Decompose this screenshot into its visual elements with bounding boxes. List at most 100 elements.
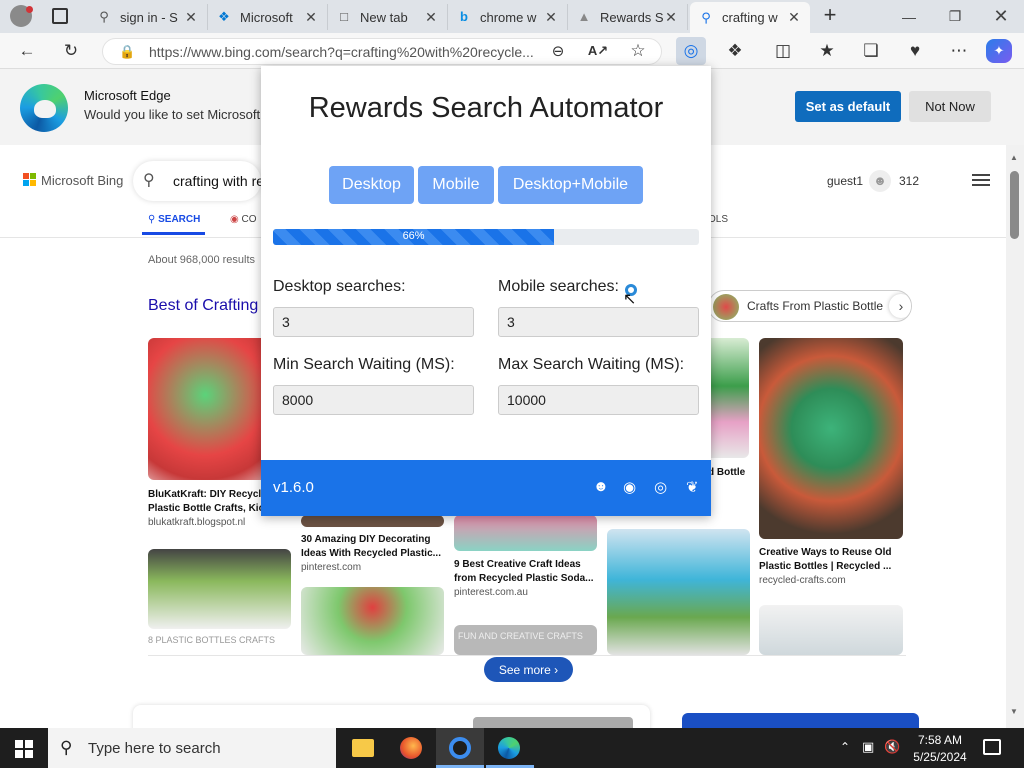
see-more-button[interactable]: See more › <box>484 657 573 682</box>
next-result-image[interactable] <box>473 717 633 728</box>
card-title[interactable]: 30 Amazing DIY Decorating Ideas With Recy… <box>301 533 441 561</box>
minimize-icon[interactable]: — <box>886 0 932 33</box>
not-now-button[interactable]: Not Now <box>909 91 991 122</box>
address-bar[interactable]: 🔒 https://www.bing.com/search?q=crafting… <box>102 38 662 65</box>
taskbar-search-box[interactable]: ⚲ Type here to search <box>48 728 336 768</box>
result-image[interactable] <box>759 338 903 539</box>
desktop-mobile-mode-button[interactable]: Desktop+Mobile <box>498 166 643 204</box>
close-tab-icon[interactable]: ✕ <box>543 9 559 26</box>
firefox-icon[interactable] <box>400 737 422 759</box>
file-explorer-icon[interactable] <box>352 739 374 757</box>
browser-essentials-icon[interactable]: ♥ <box>900 37 930 65</box>
tab-crafting[interactable]: ⚲ crafting w ✕ <box>690 2 810 33</box>
github-icon[interactable]: ◉ <box>623 478 636 496</box>
notifications-icon[interactable] <box>983 739 1001 755</box>
network-icon[interactable]: ▣ <box>862 739 874 755</box>
user-name[interactable]: guest1 <box>827 174 863 188</box>
card-title[interactable]: BluKatKraft: DIY Recycle Plastic Bottle C… <box>148 488 267 516</box>
result-image[interactable] <box>706 338 749 458</box>
card-title-line: 30 Amazing DIY Decorating <box>301 534 431 545</box>
close-window-icon[interactable]: ✕ <box>978 0 1024 33</box>
rewards-extension-icon[interactable]: ◎ <box>676 37 706 65</box>
tab-actions-icon[interactable] <box>52 8 68 24</box>
tab-rewards[interactable]: ▲ Rewards S ✕ <box>568 4 688 30</box>
bing-logo-text[interactable]: Microsoft Bing <box>41 173 123 188</box>
tab-label: chrome w <box>480 9 537 25</box>
bing-search-box[interactable]: ⚲ crafting with re <box>133 161 264 201</box>
card-title-partial[interactable]: d Bottle <box>708 467 745 478</box>
back-arrow-icon[interactable]: ← <box>12 37 42 65</box>
rewards-icon: ▲ <box>577 9 591 24</box>
card-title-line: Creative Ways to Reuse Old <box>759 547 892 558</box>
mobile-mode-button[interactable]: Mobile <box>418 166 494 204</box>
tab-microsoft[interactable]: ❖ Microsoft ✕ <box>208 4 328 30</box>
close-tab-icon[interactable]: ✕ <box>183 9 199 26</box>
more-menu-icon[interactable]: ⋯ <box>944 37 974 65</box>
page-scrollbar[interactable]: ▲ ▼ <box>1006 145 1024 728</box>
hamburger-menu-icon[interactable] <box>972 174 990 186</box>
result-image[interactable] <box>607 529 750 655</box>
version-label: v1.6.0 <box>273 479 314 496</box>
scroll-up-icon[interactable]: ▲ <box>1010 153 1018 162</box>
split-screen-icon[interactable]: ◫ <box>768 37 798 65</box>
favorite-star-icon[interactable]: ☆ <box>623 37 653 65</box>
chevron-right-icon[interactable]: › <box>889 294 911 318</box>
close-tab-icon[interactable]: ✕ <box>663 9 679 26</box>
tab-tools[interactable]: OLS <box>708 214 728 225</box>
card-title[interactable]: 9 Best Creative Craft Ideas from Recycled… <box>454 558 594 586</box>
user-avatar-icon[interactable]: ☻ <box>869 170 891 192</box>
mobile-searches-input[interactable] <box>498 307 699 337</box>
chip-label: Crafts From Plastic Bottle <box>747 299 884 313</box>
extensions-puzzle-icon[interactable]: ❖ <box>720 37 750 65</box>
tab-search[interactable]: ⚲ SEARCH <box>148 214 200 225</box>
profile-icon[interactable]: ☻ <box>593 478 609 495</box>
section-title[interactable]: Best of Crafting <box>148 297 258 315</box>
windows-start-icon[interactable] <box>15 740 33 758</box>
card-title-line: BluKatKraft: DIY Recycle <box>148 489 267 500</box>
tray-chevron-up-icon[interactable]: ⌃ <box>840 740 850 754</box>
collections-icon[interactable]: ❏ <box>856 37 886 65</box>
rewards-medal-icon[interactable]: ❦ <box>686 478 699 496</box>
volume-muted-icon[interactable]: 🔇 <box>884 739 900 755</box>
scroll-down-icon[interactable]: ▼ <box>1010 707 1018 716</box>
result-image[interactable] <box>454 515 597 551</box>
close-tab-icon[interactable]: ✕ <box>786 9 802 26</box>
tab-new-tab[interactable]: □ New tab ✕ <box>328 4 448 30</box>
desktop-searches-input[interactable] <box>273 307 474 337</box>
result-image[interactable] <box>759 605 903 655</box>
refresh-icon[interactable]: ↻ <box>56 37 86 65</box>
restore-icon[interactable]: ❐ <box>932 0 978 33</box>
close-tab-icon[interactable]: ✕ <box>303 9 319 26</box>
clock-date[interactable]: 5/25/2024 <box>908 750 972 764</box>
clock-time[interactable]: 7:58 AM <box>910 733 970 747</box>
tab-sign-in[interactable]: ⚲ sign in - S ✕ <box>88 4 208 30</box>
rewards-points[interactable]: 312 <box>899 174 919 188</box>
edge-taskbar-icon[interactable] <box>498 737 520 759</box>
profile-status-dot <box>26 6 33 13</box>
result-image[interactable] <box>301 515 444 527</box>
chrome-icon[interactable]: ◎ <box>654 478 667 496</box>
close-tab-icon[interactable]: ✕ <box>423 9 439 26</box>
tab-chrome[interactable]: b chrome w ✕ <box>448 4 568 30</box>
favorites-icon[interactable]: ★ <box>812 37 842 65</box>
new-tab-icon[interactable]: + <box>818 4 842 28</box>
zoom-icon[interactable]: ⊖ <box>543 37 573 65</box>
card-title[interactable]: Creative Ways to Reuse Old Plastic Bottle… <box>759 546 891 574</box>
max-wait-input[interactable] <box>498 385 699 415</box>
desktop-mode-button[interactable]: Desktop <box>329 166 414 204</box>
copilot-small-icon: ◉ <box>230 214 239 225</box>
read-aloud-icon[interactable]: A↗ <box>583 37 613 65</box>
microsoft-icon: ❖ <box>218 9 230 24</box>
result-image[interactable] <box>301 587 444 655</box>
bing-icon: b <box>460 9 468 24</box>
chromium-icon[interactable] <box>449 737 471 759</box>
result-image[interactable] <box>148 549 291 629</box>
related-chip[interactable]: Crafts From Plastic Bottle › <box>708 290 912 322</box>
scrollbar-thumb[interactable] <box>1010 171 1019 239</box>
set-as-default-button[interactable]: Set as default <box>795 91 901 122</box>
chip-thumbnail <box>713 294 739 320</box>
prompt-message: Would you like to set Microsoft E <box>84 107 273 122</box>
tab-copilot[interactable]: ◉ CO <box>230 214 257 225</box>
min-wait-input[interactable] <box>273 385 474 415</box>
copilot-icon[interactable]: ✦ <box>986 39 1012 63</box>
